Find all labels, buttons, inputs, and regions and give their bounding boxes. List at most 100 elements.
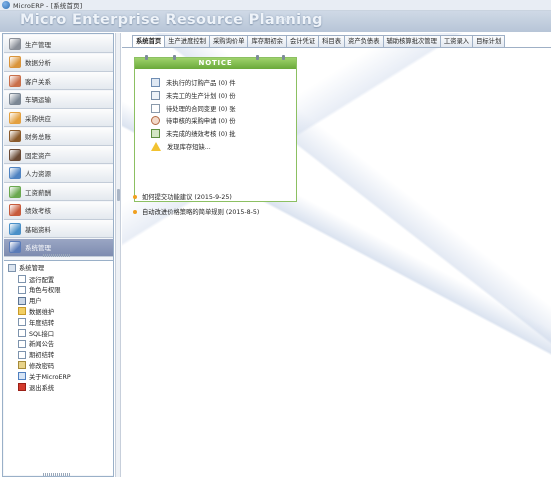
tree-item[interactable]: 退出系统 [18, 383, 54, 392]
bullet-icon [133, 209, 137, 214]
contract-icon [151, 103, 160, 113]
review-icon [151, 129, 160, 139]
exit-icon [18, 383, 26, 391]
window-title: MicroERP - [系统首页] [13, 2, 83, 10]
nav-item-2[interactable]: 数据分析 [4, 53, 113, 72]
pin-icon [145, 55, 148, 60]
news-item[interactable]: 自动改进价格策略的简单规则 (2015-8-5) [133, 207, 259, 216]
folder-icon [18, 307, 26, 316]
nav-item-label: 数据分析 [25, 59, 51, 67]
news-item[interactable]: 如何提交功能建议 (2015-9-25) [133, 192, 232, 201]
nav-item-7[interactable]: 固定资产 [4, 146, 113, 164]
nav-item-label: 采购供应 [25, 114, 51, 123]
tab-3[interactable]: 采购询价单 [208, 35, 249, 47]
notice-item[interactable]: 发现库存短缺... [151, 142, 211, 151]
news-item-text: 自动改进价格策略的简单规则 (2015-8-5) [142, 209, 260, 216]
user-icon [18, 296, 26, 305]
nav-item-label: 固定资产 [25, 151, 51, 160]
tree-item[interactable]: 运行配置 [18, 275, 54, 284]
sidebar-grip-bottom[interactable] [43, 473, 71, 476]
nav-item-label: 客户关系 [25, 77, 51, 86]
tab-9[interactable]: 工资录入 [439, 35, 474, 47]
splitter-handle[interactable] [117, 189, 120, 201]
page-icon [18, 285, 26, 294]
notice-item-text: 待审核的采购申请 (0) 份 [166, 118, 236, 126]
tree-root[interactable]: 系统管理 [8, 263, 44, 272]
sidebar-grip-top[interactable] [43, 254, 71, 257]
notice-panel: NOTICE 未执行的订购产品 (0) 件未完工的生产计划 (0) 份待处理的合… [134, 55, 297, 202]
nav-item-1[interactable]: 生产管理 [4, 35, 113, 53]
tree-item[interactable]: 数据维护 [18, 307, 54, 316]
brand-title: Micro Enterprise Resource Planning [20, 12, 323, 28]
notice-item[interactable]: 未执行的订购产品 (0) 件 [151, 78, 236, 87]
tree-item-label: 期初结转 [29, 352, 55, 360]
gear-icon [9, 37, 21, 50]
tree-item[interactable]: SQL接口 [18, 329, 54, 338]
tree-item-label: 用户 [29, 298, 42, 306]
tree-item-label: 新闻公告 [29, 341, 55, 349]
tree-item[interactable]: 新闻公告 [18, 339, 54, 348]
notice-item-text: 未完工的生产计划 (0) 份 [166, 92, 236, 100]
notice-item[interactable]: 待处理的合同变更 (0) 张 [151, 103, 236, 113]
tab-7[interactable]: 资产负债表 [344, 35, 384, 47]
tree-item[interactable]: 角色与权限 [18, 285, 60, 294]
page-icon [18, 350, 26, 359]
tab-4[interactable]: 库存期初余 [247, 35, 287, 47]
panel-splitter[interactable] [115, 33, 121, 477]
notice-item-text: 发现库存短缺... [167, 144, 211, 151]
nav-item-label: 车辆运输 [25, 96, 51, 104]
tree-item-label: 关于MicroERP [29, 373, 71, 381]
page-icon [18, 339, 26, 348]
users-icon [9, 74, 21, 87]
nav-item-3[interactable]: 客户关系 [4, 72, 113, 90]
warning-icon [151, 142, 161, 151]
tab-8[interactable]: 辅助核算批次管理 [382, 35, 441, 47]
tree-item-label: 运行配置 [29, 276, 55, 284]
purchase-icon [151, 116, 160, 126]
tab-5[interactable]: 会计凭证 [285, 35, 320, 47]
notice-item-text: 未执行的订购产品 (0) 件 [166, 80, 236, 87]
main-content: 系统首页 生产进度控制 采购询价单 库存期初余 会计凭证 科目表 资产负债表 辅助核算批次管理… [122, 33, 551, 477]
window-title-bar: MicroERP - [系统首页] [0, 0, 551, 11]
tab-underline [122, 47, 551, 48]
nav-item-11[interactable]: 基础资料 [4, 220, 113, 238]
sidebar: 生产管理数据分析客户关系车辆运输采购供应财务总账固定资产人力资源工资薪酬绩效考核… [2, 33, 114, 477]
tab-2[interactable]: 生产进度控制 [164, 35, 210, 47]
settings-icon [9, 241, 21, 253]
nav-item-6[interactable]: 财务总账 [4, 127, 113, 146]
nav-item-label: 工资薪酬 [25, 188, 51, 197]
nav-item-9[interactable]: 工资薪酬 [4, 183, 113, 201]
tree-item[interactable]: 年度结转 [18, 318, 54, 327]
notice-header: NOTICE [135, 58, 296, 69]
person-icon [9, 167, 21, 179]
tree-item[interactable]: 关于MicroERP [18, 372, 71, 381]
salary-icon [9, 185, 21, 198]
notice-item[interactable]: 待审核的采购申请 (0) 份 [151, 116, 236, 126]
notice-item[interactable]: 未完工的生产计划 (0) 份 [151, 90, 236, 100]
tab-1[interactable]: 系统首页 [132, 35, 166, 47]
tab-6[interactable]: 科目表 [318, 35, 346, 47]
tree-item-label: 角色与权限 [29, 287, 61, 295]
key-icon [18, 361, 26, 370]
tree-item[interactable]: 修改密码 [18, 361, 54, 370]
tree-item[interactable]: 期初结转 [18, 350, 54, 359]
notice-item[interactable]: 未完成的绩效考核 (0) 批 [151, 129, 236, 139]
supply-icon [9, 111, 21, 124]
nav-item-label: 生产管理 [25, 40, 51, 49]
calendar-icon [9, 204, 21, 216]
tree-item[interactable]: 用户 [18, 296, 42, 305]
pin-icon [256, 55, 259, 60]
nav-item-5[interactable]: 采购供应 [4, 109, 113, 127]
nav-item-4[interactable]: 车辆运输 [4, 90, 113, 109]
app-banner: Micro Enterprise Resource Planning ERP [0, 11, 551, 32]
notice-title: NOTICE [198, 59, 233, 67]
truck-icon [9, 93, 21, 105]
page-icon [18, 275, 26, 283]
tree-item-label: 年度结转 [29, 319, 55, 327]
tree-root-label: 系统管理 [19, 265, 45, 272]
tab-10[interactable]: 目标计划 [472, 35, 506, 47]
nav-item-label: 系统管理 [25, 244, 51, 252]
notice-item-text: 待处理的合同变更 (0) 张 [166, 105, 236, 113]
nav-item-8[interactable]: 人力资源 [4, 164, 113, 183]
nav-item-10[interactable]: 绩效考核 [4, 201, 113, 220]
